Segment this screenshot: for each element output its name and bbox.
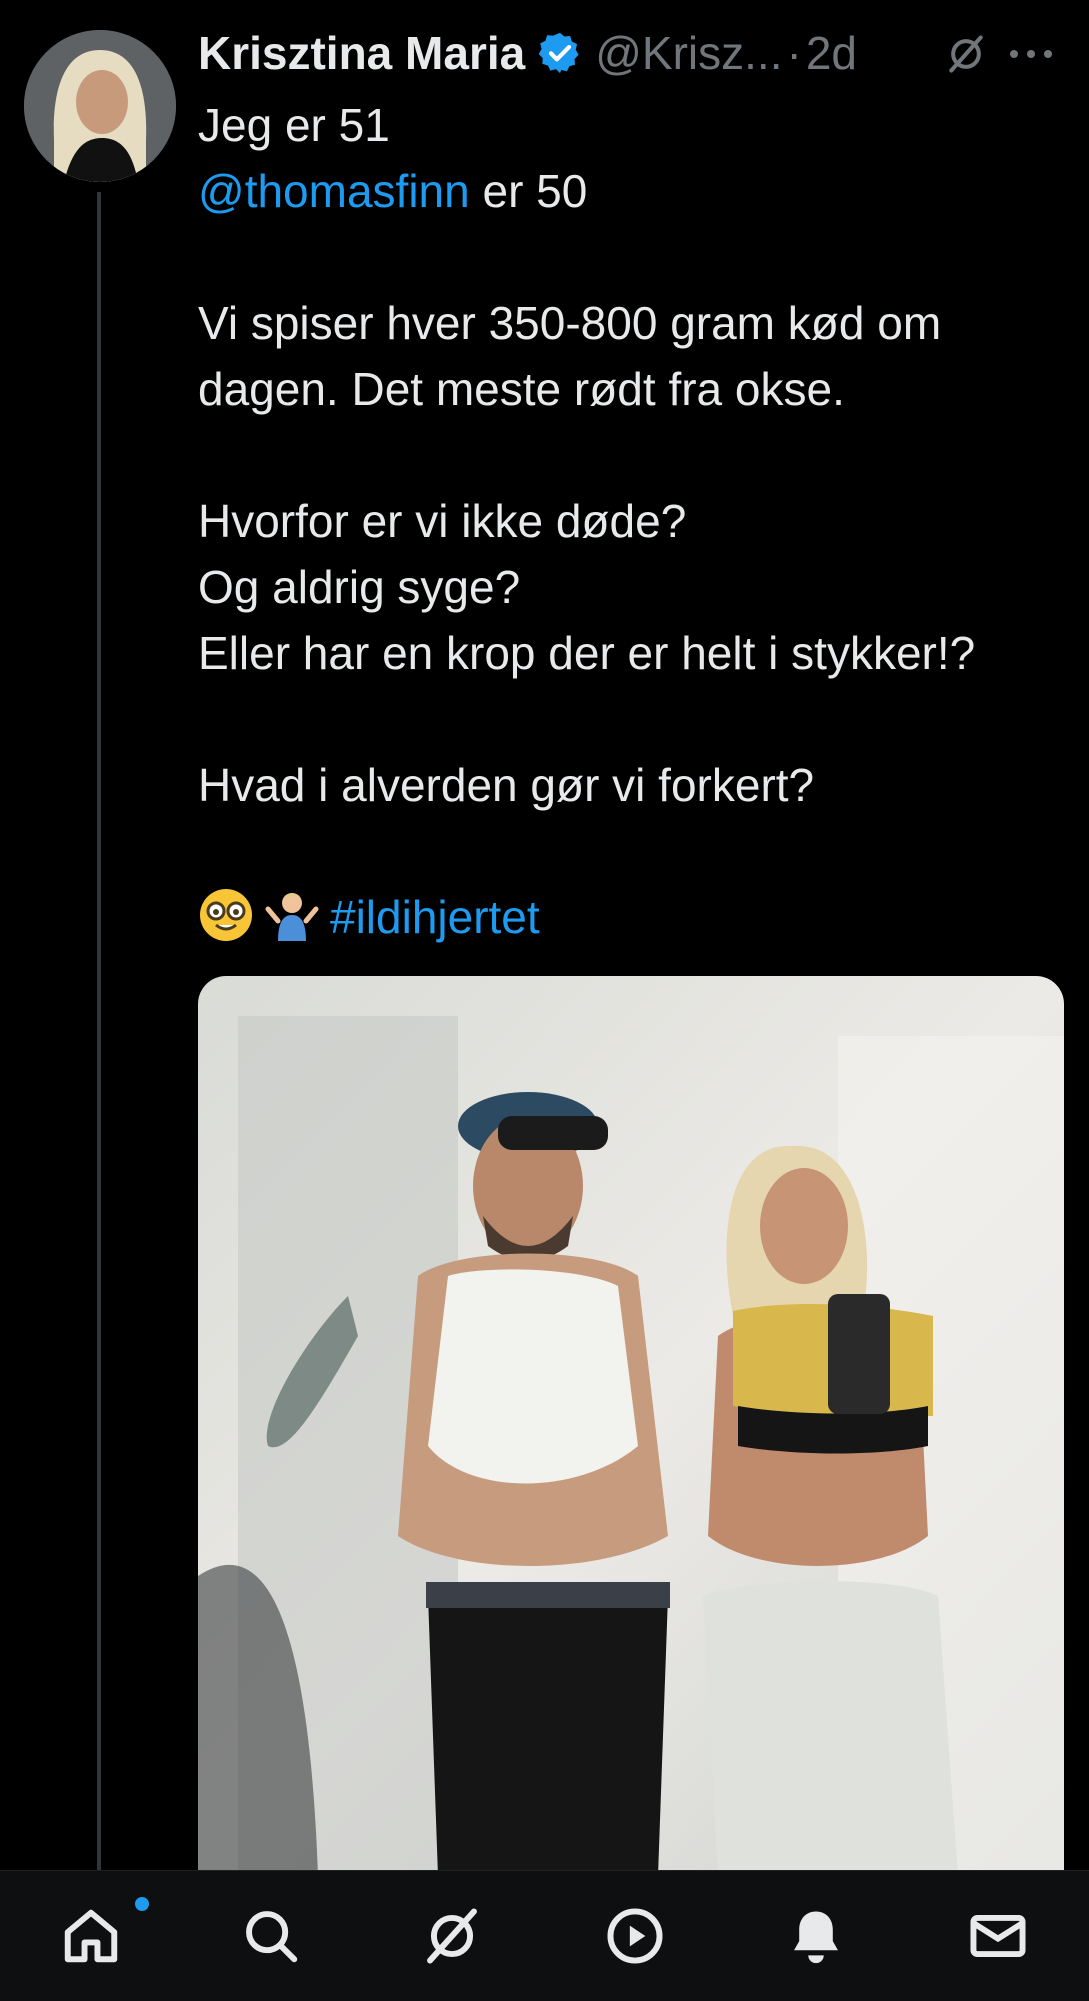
author-name[interactable]: Krisztina Maria (198, 26, 525, 80)
nav-messages[interactable] (938, 1871, 1058, 2001)
nerd-face-emoji (200, 889, 252, 941)
tweet-header: Krisztina Maria @Krisz... · 2d (198, 20, 1078, 86)
tweet-line: @thomasfinn er 50 (198, 158, 1078, 224)
verified-badge-icon (538, 32, 579, 74)
mention-link[interactable]: @thomasfinn (198, 165, 470, 217)
grok-icon (427, 1908, 477, 1964)
messages-icon (970, 1914, 1026, 1958)
author-handle[interactable]: @Krisz... (595, 26, 782, 80)
nav-search[interactable] (211, 1871, 331, 2001)
grok-icon[interactable] (944, 32, 988, 76)
more-icon[interactable] (1006, 44, 1056, 64)
tweet-line: Hvad i alverden gør vi forkert? (198, 759, 815, 811)
tweet-text: Jeg er 51 @thomasfinn er 50 Vi spiser hv… (198, 92, 1078, 950)
notification-dot (135, 1897, 149, 1911)
author-avatar[interactable] (24, 30, 176, 182)
tweet-photo[interactable] (198, 976, 1064, 1876)
nav-video[interactable] (575, 1871, 695, 2001)
tweet-line: Eller har en krop der er helt i stykker!… (198, 627, 976, 679)
hashtag-line: #ildihjertet (198, 884, 1078, 950)
home-icon (64, 1909, 118, 1963)
tweet-line: Og aldrig syge? (198, 561, 521, 613)
tweet-line: Hvorfor er vi ikke døde? (198, 495, 687, 547)
tweet-time[interactable]: 2d (806, 26, 857, 80)
nav-grok[interactable] (392, 1871, 512, 2001)
nav-notifications[interactable] (756, 1871, 876, 2001)
nav-home[interactable] (31, 1871, 151, 2001)
shrug-emoji (265, 893, 319, 941)
video-icon (607, 1908, 663, 1964)
bottom-nav (0, 1870, 1089, 2001)
tweet-line: Jeg er 51 (198, 99, 390, 151)
hashtag-link[interactable]: #ildihjertet (330, 891, 540, 943)
notifications-icon (794, 1911, 838, 1964)
separator-dot: · (786, 27, 802, 79)
tweet-line: dagen. Det meste rødt fra okse. (198, 363, 845, 415)
tweet-line: Vi spiser hver 350-800 gram kød om (198, 297, 942, 349)
tweet-line-text: er 50 (469, 165, 588, 217)
thread-line (97, 192, 101, 1872)
search-icon (246, 1911, 298, 1963)
